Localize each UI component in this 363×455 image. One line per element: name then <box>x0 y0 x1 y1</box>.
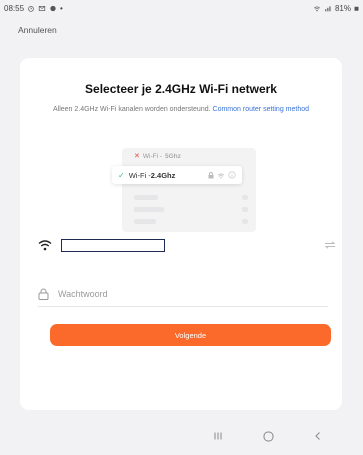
recent-apps-icon <box>214 432 222 440</box>
alarm-icon <box>28 6 34 12</box>
password-divider <box>38 306 328 307</box>
wifi-band-illustration: ✕ Wi-Fi - 5Ghz ✓ Wi-Fi - 2.4Ghz <box>112 148 258 234</box>
cancel-button[interactable]: Annuleren <box>18 25 57 35</box>
lock-small-icon <box>208 171 214 178</box>
next-button[interactable]: Volgende <box>50 324 331 346</box>
ssid-field[interactable] <box>61 239 165 252</box>
page-title: Selecteer je 2.4GHz Wi-Fi netwerk <box>85 82 277 96</box>
back-icon <box>315 432 320 440</box>
placeholder-bar <box>242 207 248 212</box>
battery-icon <box>354 6 359 11</box>
wifi-small-icon <box>217 173 225 179</box>
illustration-5ghz-prefix: Wi-Fi - <box>142 152 163 160</box>
placeholder-bar <box>242 219 248 224</box>
illustration-24ghz-row: ✓ Wi-Fi - 2.4Ghz <box>112 166 242 184</box>
illustration-24ghz-band: 2.4Ghz <box>150 170 176 180</box>
signal-icon <box>325 6 331 12</box>
battery-level: 81% <box>334 4 351 13</box>
subtitle-text: Alleen 2.4GHz Wi-Fi kanalen worden onder… <box>52 106 211 113</box>
illustration-row-icons <box>208 171 236 179</box>
status-left: 08:55 • <box>4 4 63 13</box>
info-small-icon <box>228 171 236 179</box>
status-right: 81% <box>313 4 359 13</box>
navigation-bar <box>0 418 363 455</box>
placeholder-bar <box>134 219 156 224</box>
home-icon <box>263 431 273 441</box>
illustration-5ghz-row: ✕ Wi-Fi - 5Ghz <box>134 152 181 161</box>
password-field[interactable] <box>58 287 258 301</box>
mail-icon <box>38 6 46 11</box>
illustration-5ghz-band: 5Ghz <box>165 152 181 160</box>
cross-icon: ✕ <box>134 153 140 160</box>
placeholder-bar <box>242 195 248 200</box>
switch-network-icon[interactable] <box>324 241 336 249</box>
check-icon: ✓ <box>118 170 125 180</box>
wifi-status-icon <box>313 6 321 12</box>
ssid-row <box>38 238 336 256</box>
lock-icon <box>38 288 49 300</box>
status-time: 08:55 <box>4 4 25 13</box>
status-dot: • <box>60 4 63 13</box>
router-setting-link[interactable]: Common router setting method <box>213 106 310 113</box>
password-row <box>38 287 328 303</box>
home-button[interactable] <box>260 428 276 444</box>
status-bar: 08:55 • 81% <box>0 0 363 18</box>
illustration-background: ✕ Wi-Fi - 5Ghz <box>122 148 256 232</box>
recent-apps-button[interactable] <box>210 428 226 444</box>
placeholder-bar <box>134 207 164 212</box>
subtitle: Alleen 2.4GHz Wi-Fi kanalen worden onder… <box>38 105 324 115</box>
back-button[interactable] <box>310 428 326 444</box>
wifi-icon <box>38 240 52 251</box>
wifi-setup-card: Selecteer je 2.4GHz Wi-Fi netwerk Alleen… <box>20 58 342 410</box>
placeholder-bar <box>134 195 158 200</box>
app-icon <box>50 5 56 12</box>
illustration-24ghz-prefix: Wi-Fi - <box>128 170 151 180</box>
